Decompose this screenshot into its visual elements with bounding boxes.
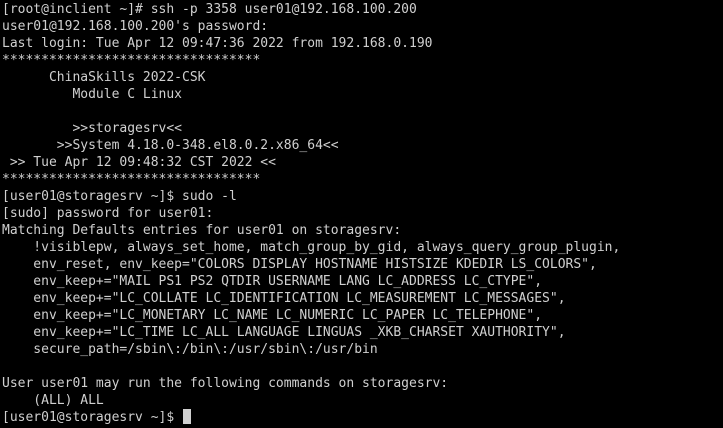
terminal-line: !visiblepw, always_set_home, match_group… [2,240,621,255]
terminal-window[interactable]: [root@inclient ~]# ssh -p 3358 user01@19… [0,0,723,428]
terminal-line: (ALL) ALL [2,393,104,408]
terminal-line: ********************************* [2,53,261,68]
terminal-line: Module C Linux [2,87,183,102]
terminal-output: [root@inclient ~]# ssh -p 3358 user01@19… [2,1,723,409]
terminal-line: User user01 may run the following comman… [2,376,449,391]
terminal-line: >> Tue Apr 12 09:48:32 CST 2022 << [2,155,276,170]
terminal-line: env_keep+="LC_COLLATE LC_IDENTIFICATION … [2,291,566,306]
terminal-line: user01@192.168.100.200's password: [2,19,269,34]
terminal-line: >>System 4.18.0-348.el8.0.2.x86_64<< [2,138,339,153]
terminal-line: env_keep+="LC_MONETARY LC_NAME LC_NUMERI… [2,308,543,323]
terminal-line: [user01@storagesrv ~]$ sudo -l [2,189,237,204]
text-cursor [183,409,192,424]
terminal-prompt-line[interactable]: [user01@storagesrv ~]$ [2,409,723,426]
terminal-line: env_reset, env_keep="COLORS DISPLAY HOST… [2,257,597,272]
terminal-line: env_keep+="LC_TIME LC_ALL LANGUAGE LINGU… [2,325,566,340]
terminal-line: Last login: Tue Apr 12 09:47:36 2022 fro… [2,36,433,51]
terminal-line: [sudo] password for user01: [2,206,214,221]
terminal-line: ChinaSkills 2022-CSK [2,70,206,85]
terminal-line: env_keep+="MAIL PS1 PS2 QTDIR USERNAME L… [2,274,543,289]
terminal-line: Matching Defaults entries for user01 on … [2,223,402,238]
terminal-prompt: [user01@storagesrv ~]$ [2,410,183,425]
terminal-line: secure_path=/sbin\:/bin\:/usr/sbin\:/usr… [2,342,378,357]
terminal-line: [root@inclient ~]# ssh -p 3358 user01@19… [2,2,417,17]
terminal-line: ********************************* [2,172,261,187]
terminal-line: >>storagesrv<< [2,121,183,136]
